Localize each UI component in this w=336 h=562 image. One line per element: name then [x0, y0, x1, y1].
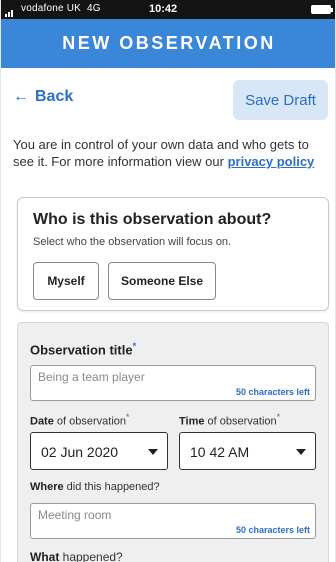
back-link[interactable]: ← Back [13, 88, 73, 106]
signal-icon [5, 6, 14, 17]
what-label-bold: What [30, 550, 60, 562]
observation-title-input[interactable]: Being a team player 50 characters left [30, 365, 316, 401]
date-label-bold: Date [30, 415, 54, 428]
where-char-counter: 50 characters left [235, 525, 310, 535]
subject-heading: Who is this observation about? [33, 211, 272, 228]
time-select[interactable]: 10 42 AM [179, 432, 316, 470]
where-label: Where did this happened? [30, 481, 160, 493]
what-label: What happened? [30, 550, 123, 562]
caret-down-icon [296, 449, 306, 455]
required-marker: * [126, 412, 130, 422]
option-myself-button[interactable]: Myself [33, 262, 99, 300]
subject-subtext: Select who the observation will focus on… [33, 236, 232, 248]
where-placeholder: Meeting room [38, 508, 112, 522]
network-type: 4G [87, 3, 101, 14]
back-label: Back [35, 88, 74, 105]
app-header: NEW OBSERVATION [1, 19, 335, 68]
time-label-rest: of observation [204, 415, 277, 428]
title-char-counter: 50 characters left [235, 387, 310, 397]
subject-card: Who is this observation about? Select wh… [17, 197, 329, 311]
observation-form: Observation title* Being a team player 5… [17, 322, 329, 562]
time-label-bold: Time [179, 415, 205, 428]
title-label: Observation title* [30, 341, 136, 357]
where-label-rest: did this happened? [63, 481, 160, 493]
date-label-rest: of observation [53, 415, 126, 428]
phone-screen: vodafone UK 4G 10:42 NEW OBSERVATION ← Ba… [0, 0, 336, 562]
save-draft-button[interactable]: Save Draft [233, 80, 328, 120]
what-label-rest: happened? [59, 550, 123, 562]
carrier-name: vodafone UK [21, 3, 82, 14]
status-carrier: vodafone UK 4G [21, 3, 101, 14]
arrow-left-icon: ← [13, 88, 29, 105]
required-marker: * [276, 412, 281, 422]
status-time: 10:42 [149, 3, 178, 15]
title-placeholder: Being a team player [38, 370, 145, 384]
time-value: 10 42 AM [190, 444, 250, 460]
where-input[interactable]: Meeting room 50 characters left [30, 503, 316, 539]
privacy-intro: You are in control of your own data and … [13, 136, 331, 170]
where-label-bold: Where [30, 481, 64, 493]
option-someone-else-button[interactable]: Someone Else [108, 262, 216, 300]
required-marker: * [132, 341, 137, 351]
title-label-text: Observation title [30, 342, 133, 358]
status-bar: vodafone UK 4G 10:42 [1, 0, 335, 19]
privacy-policy-link[interactable]: privacy policy [228, 154, 315, 169]
date-select[interactable]: 02 Jun 2020 [30, 432, 168, 470]
caret-down-icon [148, 449, 158, 455]
date-value: 02 Jun 2020 [41, 444, 119, 460]
battery-icon [311, 5, 333, 14]
page-title: NEW OBSERVATION [62, 33, 276, 53]
date-label: Date of observation* [30, 412, 130, 428]
time-label: Time of observation* [179, 412, 280, 428]
